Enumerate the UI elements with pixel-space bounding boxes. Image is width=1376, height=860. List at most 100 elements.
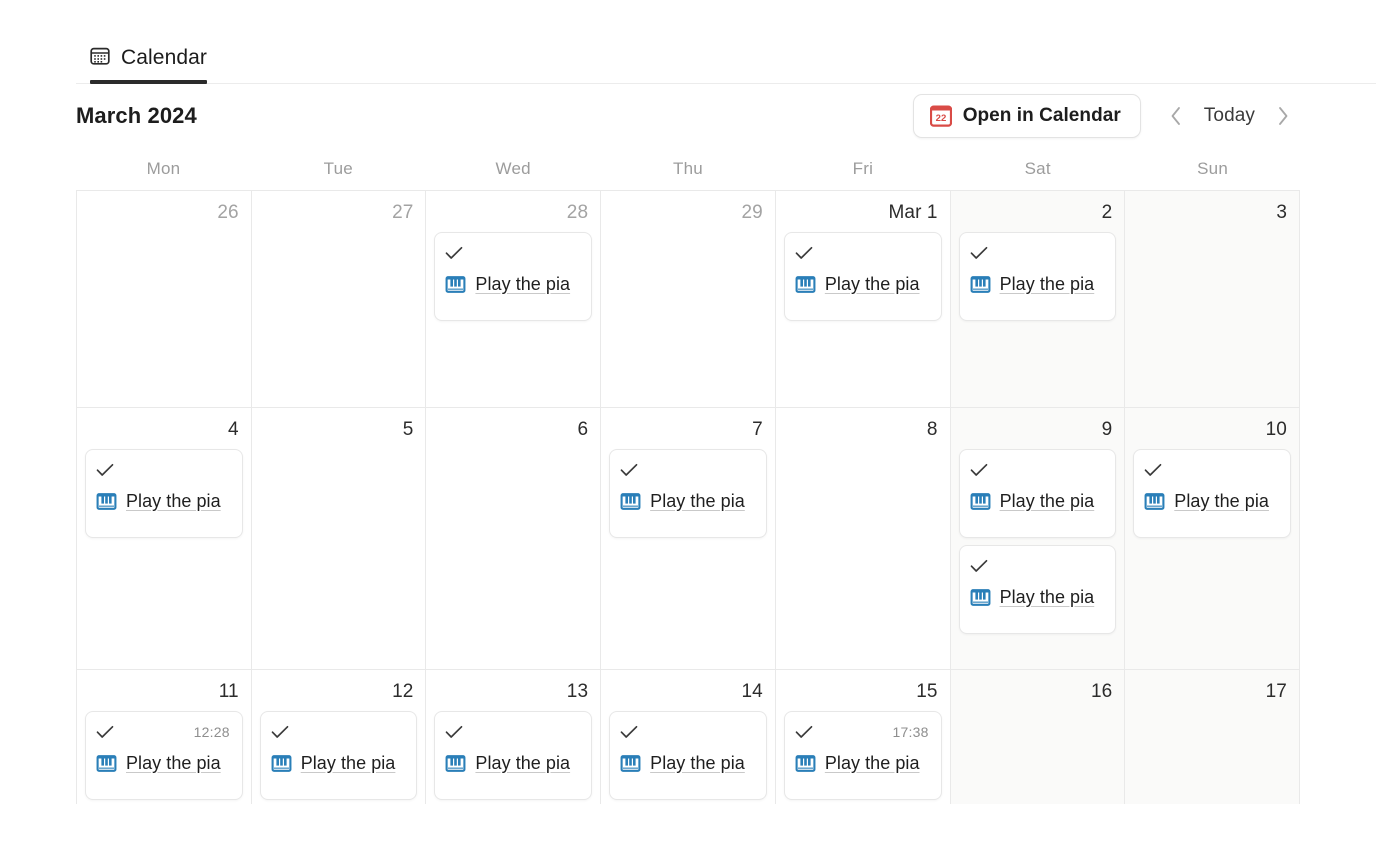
day-cell[interactable]: 15 17:38 Play the pia [775, 670, 951, 804]
day-cell[interactable]: 13 Play the pia [426, 670, 602, 804]
open-in-calendar-label: Open in Calendar [962, 105, 1121, 126]
day-number: 3 [1276, 202, 1287, 223]
day-number: 26 [217, 202, 239, 223]
event-header [1144, 459, 1280, 481]
next-period-button[interactable] [1266, 99, 1300, 133]
event-title-link[interactable]: Play the pia [1000, 274, 1095, 295]
day-cell[interactable]: 12 Play the pia [251, 670, 427, 804]
day-number: 9 [1101, 419, 1113, 440]
day-cell[interactable]: 3 [1125, 191, 1300, 408]
event-card[interactable]: Play the pia [958, 448, 1117, 538]
event-title-link[interactable]: Play the pia [650, 491, 745, 512]
check-icon[interactable] [445, 725, 463, 739]
weekday-label-mon: Mon [146, 159, 181, 178]
day-cell[interactable]: 4 Play the pia [77, 408, 252, 670]
day-number: 14 [741, 681, 763, 702]
check-icon[interactable] [795, 725, 813, 739]
today-button[interactable]: Today [1195, 105, 1264, 127]
day-cell[interactable]: 29 [601, 191, 776, 408]
calendar-app-icon-day: 22 [935, 113, 946, 124]
day-number: 10 [1265, 419, 1287, 440]
event-title-link[interactable]: Play the pia [1000, 491, 1095, 512]
check-icon[interactable] [1144, 463, 1162, 477]
piano-icon [445, 275, 466, 293]
event-card[interactable]: Play the pia [609, 448, 767, 538]
day-cell[interactable]: 27 [251, 191, 427, 408]
day-cell[interactable]: 17 [1125, 670, 1300, 804]
check-icon[interactable] [970, 463, 988, 477]
event-title-link[interactable]: Play the pia [1000, 587, 1095, 608]
tab-calendar[interactable]: Calendar [76, 0, 221, 84]
event-card[interactable]: Play the pia [783, 231, 942, 321]
day-cell[interactable]: 10 Play the pia [1125, 408, 1300, 670]
event-body: Play the pia [620, 491, 756, 512]
check-icon[interactable] [96, 463, 114, 477]
event-time: 17:38 [892, 723, 929, 740]
event-title-link[interactable]: Play the pia [825, 753, 920, 774]
check-icon[interactable] [970, 246, 988, 260]
event-title-link[interactable]: Play the pia [650, 753, 745, 774]
day-cell[interactable]: 8 [775, 408, 951, 670]
calendar-app: Calendar March 2024 22 Open in Calendar [0, 0, 1376, 860]
event-title-link[interactable]: Play the pia [126, 753, 221, 774]
piano-icon [795, 275, 816, 293]
event-header [445, 242, 581, 264]
event-header: 12:28 [96, 721, 232, 743]
event-card[interactable]: Play the pia [434, 710, 593, 800]
day-cell[interactable]: 14 Play the pia [601, 670, 776, 804]
piano-icon [445, 754, 466, 772]
event-header [96, 459, 232, 481]
day-number: 29 [741, 202, 763, 223]
day-number: 4 [228, 419, 239, 440]
event-title-link[interactable]: Play the pia [475, 274, 570, 295]
check-icon[interactable] [271, 725, 289, 739]
day-cell[interactable]: 2 Play the pia [950, 191, 1126, 408]
check-icon[interactable] [620, 725, 638, 739]
event-title-link[interactable]: Play the pia [301, 753, 396, 774]
weekday-label-thu: Thu [673, 159, 703, 178]
event-title-link[interactable]: Play the pia [825, 274, 920, 295]
prev-period-button[interactable] [1159, 99, 1193, 133]
event-title-link[interactable]: Play the pia [475, 753, 570, 774]
month-grid: 26 27 28 Play the pia 29 Mar 1 Play the pia 2 Pl… [76, 190, 1300, 804]
event-card[interactable]: Play the pia [609, 710, 767, 800]
check-icon[interactable] [96, 725, 114, 739]
day-number: 17 [1265, 681, 1287, 702]
weekday-label-sat: Sat [1024, 159, 1051, 178]
event-card[interactable]: Play the pia [1133, 448, 1291, 538]
check-icon[interactable] [620, 463, 638, 477]
event-header [970, 242, 1106, 264]
check-icon[interactable] [795, 246, 813, 260]
day-cell[interactable]: 6 [426, 408, 602, 670]
day-cell[interactable]: 5 [251, 408, 427, 670]
event-card[interactable]: Play the pia [958, 544, 1117, 634]
day-cell[interactable]: 26 [77, 191, 252, 408]
event-title-link[interactable]: Play the pia [126, 491, 221, 512]
event-card[interactable]: 12:28 Play the pia [85, 710, 243, 800]
event-header [970, 555, 1106, 577]
event-card[interactable]: Play the pia [434, 231, 593, 321]
day-cell[interactable]: 7 Play the pia [601, 408, 776, 670]
event-title-link[interactable]: Play the pia [1174, 491, 1269, 512]
event-time: 12:28 [193, 723, 230, 740]
day-events: 12:28 Play the pia [85, 710, 243, 800]
event-card[interactable]: Play the pia [85, 448, 243, 538]
day-cell[interactable]: 16 [950, 670, 1126, 804]
event-body: Play the pia [445, 753, 581, 774]
event-card[interactable]: Play the pia [958, 231, 1117, 321]
check-icon[interactable] [970, 559, 988, 573]
day-cell[interactable]: 28 Play the pia [426, 191, 602, 408]
event-body: Play the pia [970, 587, 1106, 608]
tab-label: Calendar [121, 45, 208, 69]
piano-icon [96, 754, 117, 772]
day-number: 8 [926, 419, 938, 440]
day-cell[interactable]: 9 Play the pia Play the pia [950, 408, 1126, 670]
day-cell[interactable]: Mar 1 Play the pia [775, 191, 951, 408]
event-card[interactable]: Play the pia [259, 710, 418, 800]
day-number: 7 [752, 419, 763, 440]
day-cell[interactable]: 11 12:28 Play the pia [77, 670, 252, 804]
open-in-calendar-button[interactable]: 22 Open in Calendar [912, 94, 1141, 138]
day-events: Play the pia Play the pia [958, 448, 1117, 634]
event-card[interactable]: 17:38 Play the pia [783, 710, 942, 800]
check-icon[interactable] [445, 246, 463, 260]
